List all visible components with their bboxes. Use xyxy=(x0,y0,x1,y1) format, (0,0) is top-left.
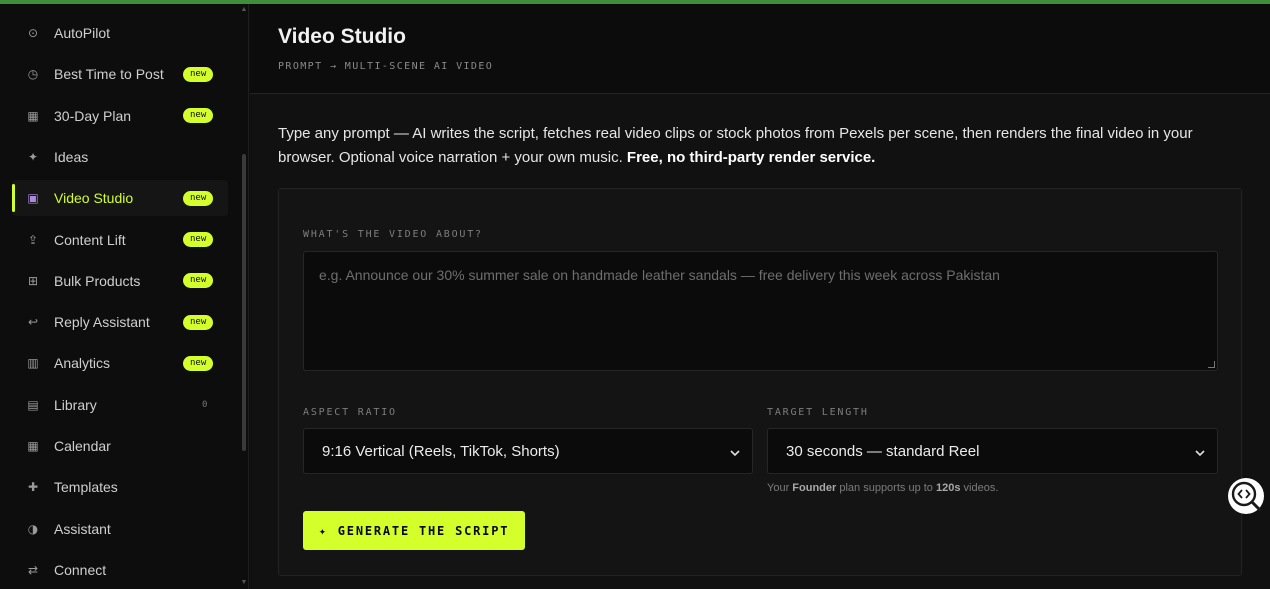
video-studio-icon: ▣ xyxy=(27,191,39,206)
target-length-value: 30 seconds — standard Reel xyxy=(786,443,980,460)
main-content: Video Studio PROMPT → MULTI-SCENE AI VID… xyxy=(250,4,1270,589)
description-bold: Free, no third-party render service. xyxy=(626,149,876,166)
sidebar-item-label: Connect xyxy=(54,561,107,578)
scroll-thumb[interactable] xyxy=(242,154,246,451)
new-badge: new xyxy=(183,190,214,206)
assistant-icon: ◑ xyxy=(27,521,39,536)
sidebar-item-label: Analytics xyxy=(54,355,111,372)
plan-limit-hint: Your Founder plan supports up to 120s vi… xyxy=(767,482,998,494)
reply-assistant-icon: ↩ xyxy=(27,315,39,330)
code-inspector-button[interactable] xyxy=(1228,478,1264,514)
sparkle-icon: ✦ xyxy=(318,523,328,538)
sidebar-item-content-lift[interactable]: ⇪ Content Lift new xyxy=(12,222,228,258)
chevron-down-icon xyxy=(730,450,740,457)
prompt-label: WHAT'S THE VIDEO ABOUT? xyxy=(303,229,483,240)
scroll-down-arrow-icon[interactable]: ▼ xyxy=(240,579,248,587)
sidebar-item-label: Calendar xyxy=(54,438,111,454)
sidebar-item-bulk-products[interactable]: ⊞ Bulk Products new xyxy=(12,263,228,299)
sidebar-item-label: Reply Assistant xyxy=(54,314,150,331)
templates-icon: ✚ xyxy=(27,480,39,495)
target-length-label: TARGET LENGTH xyxy=(767,407,869,418)
chevron-down-icon xyxy=(1195,450,1205,457)
30-day-plan-icon: ▦ xyxy=(27,108,39,123)
best-time-to-post-icon: ◷ xyxy=(27,67,39,82)
sidebar-item-analytics[interactable]: ▥ Analytics new xyxy=(12,345,228,381)
sidebar-item-autopilot[interactable]: ⊙ AutoPilot xyxy=(12,15,228,51)
video-form-card: WHAT'S THE VIDEO ABOUT? e.g. Announce ou… xyxy=(278,188,1242,576)
hint-limit: 120s xyxy=(935,482,961,494)
hint-middle: plan supports up to xyxy=(836,482,936,494)
sidebar-item-best-time-to-post[interactable]: ◷ Best Time to Post new xyxy=(12,56,228,92)
sidebar-item-label: 30-Day Plan xyxy=(54,107,132,124)
hint-suffix: videos. xyxy=(960,482,999,494)
hint-prefix: Your xyxy=(767,482,793,494)
sidebar-item-video-studio[interactable]: ▣ Video Studio new xyxy=(12,180,228,217)
sidebar-item-label: Library xyxy=(54,396,97,413)
sidebar-item-templates[interactable]: ✚ Templates xyxy=(12,469,228,505)
hint-plan: Founder xyxy=(792,482,837,494)
sidebar-item-label: Templates xyxy=(54,479,118,496)
prompt-textarea[interactable]: e.g. Announce our 30% summer sale on han… xyxy=(303,251,1218,371)
sidebar-item-label: Best Time to Post xyxy=(54,66,164,83)
ideas-icon: ✦ xyxy=(27,149,39,164)
new-badge: new xyxy=(183,232,214,247)
new-badge: new xyxy=(183,314,214,330)
resize-handle-icon[interactable] xyxy=(1208,361,1215,368)
sidebar-item-connect[interactable]: ⇄ Connect xyxy=(12,552,228,588)
calendar-icon: ▦ xyxy=(27,439,39,453)
bulk-products-icon: ⊞ xyxy=(27,273,39,288)
autopilot-icon: ⊙ xyxy=(27,26,39,40)
page-subtitle: PROMPT → MULTI-SCENE AI VIDEO xyxy=(278,61,494,72)
prompt-placeholder: e.g. Announce our 30% summer sale on han… xyxy=(319,267,1000,283)
sidebar-item-label: Ideas xyxy=(54,148,89,165)
code-search-icon xyxy=(1231,481,1262,512)
new-badge: new xyxy=(183,273,214,289)
new-badge: new xyxy=(183,108,214,124)
sidebar-item-ideas[interactable]: ✦ Ideas xyxy=(12,139,228,175)
scroll-up-arrow-icon[interactable]: ▲ xyxy=(240,6,248,14)
aspect-ratio-value: 9:16 Vertical (Reels, TikTok, Shorts) xyxy=(322,443,560,460)
new-badge: new xyxy=(183,66,214,82)
sidebar-item-calendar[interactable]: ▦ Calendar xyxy=(12,428,228,464)
sidebar-item-label: Assistant xyxy=(54,520,111,537)
aspect-ratio-select[interactable]: 9:16 Vertical (Reels, TikTok, Shorts) xyxy=(303,428,753,474)
generate-script-label: GENERATE THE SCRIPT xyxy=(337,523,510,538)
library-icon: ▤ xyxy=(27,397,39,412)
page-description: Type any prompt — AI writes the script, … xyxy=(278,122,1238,170)
sidebar-item-label: Bulk Products xyxy=(54,272,141,289)
page-header: Video Studio PROMPT → MULTI-SCENE AI VID… xyxy=(250,4,1270,94)
sidebar-item-30-day-plan[interactable]: ▦ 30-Day Plan new xyxy=(12,98,228,134)
sidebar-item-label: AutoPilot xyxy=(54,25,111,41)
target-length-select[interactable]: 30 seconds — standard Reel xyxy=(767,428,1218,474)
sidebar-item-label: Video Studio xyxy=(54,190,134,207)
sidebar-item-label: Content Lift xyxy=(54,231,126,248)
page-title: Video Studio xyxy=(278,25,406,48)
sidebar-item-library[interactable]: ▤ Library 0 xyxy=(12,387,228,423)
generate-script-button[interactable]: ✦ GENERATE THE SCRIPT xyxy=(303,511,525,550)
sidebar-scrollbar[interactable]: ▲ ▼ xyxy=(239,4,248,589)
item-count: 0 xyxy=(202,399,208,410)
connect-icon: ⇄ xyxy=(27,562,39,577)
sidebar-item-assistant[interactable]: ◑ Assistant xyxy=(12,511,228,547)
sidebar-item-reply-assistant[interactable]: ↩ Reply Assistant new xyxy=(12,304,228,340)
analytics-icon: ▥ xyxy=(27,356,39,371)
new-badge: new xyxy=(183,355,214,371)
aspect-ratio-label: ASPECT RATIO xyxy=(303,407,397,418)
content-lift-icon: ⇪ xyxy=(27,232,39,247)
sidebar: ▲ ▼ ⊙ AutoPilot ◷ Best Time to Post new ▦ 30-D… xyxy=(0,4,249,589)
